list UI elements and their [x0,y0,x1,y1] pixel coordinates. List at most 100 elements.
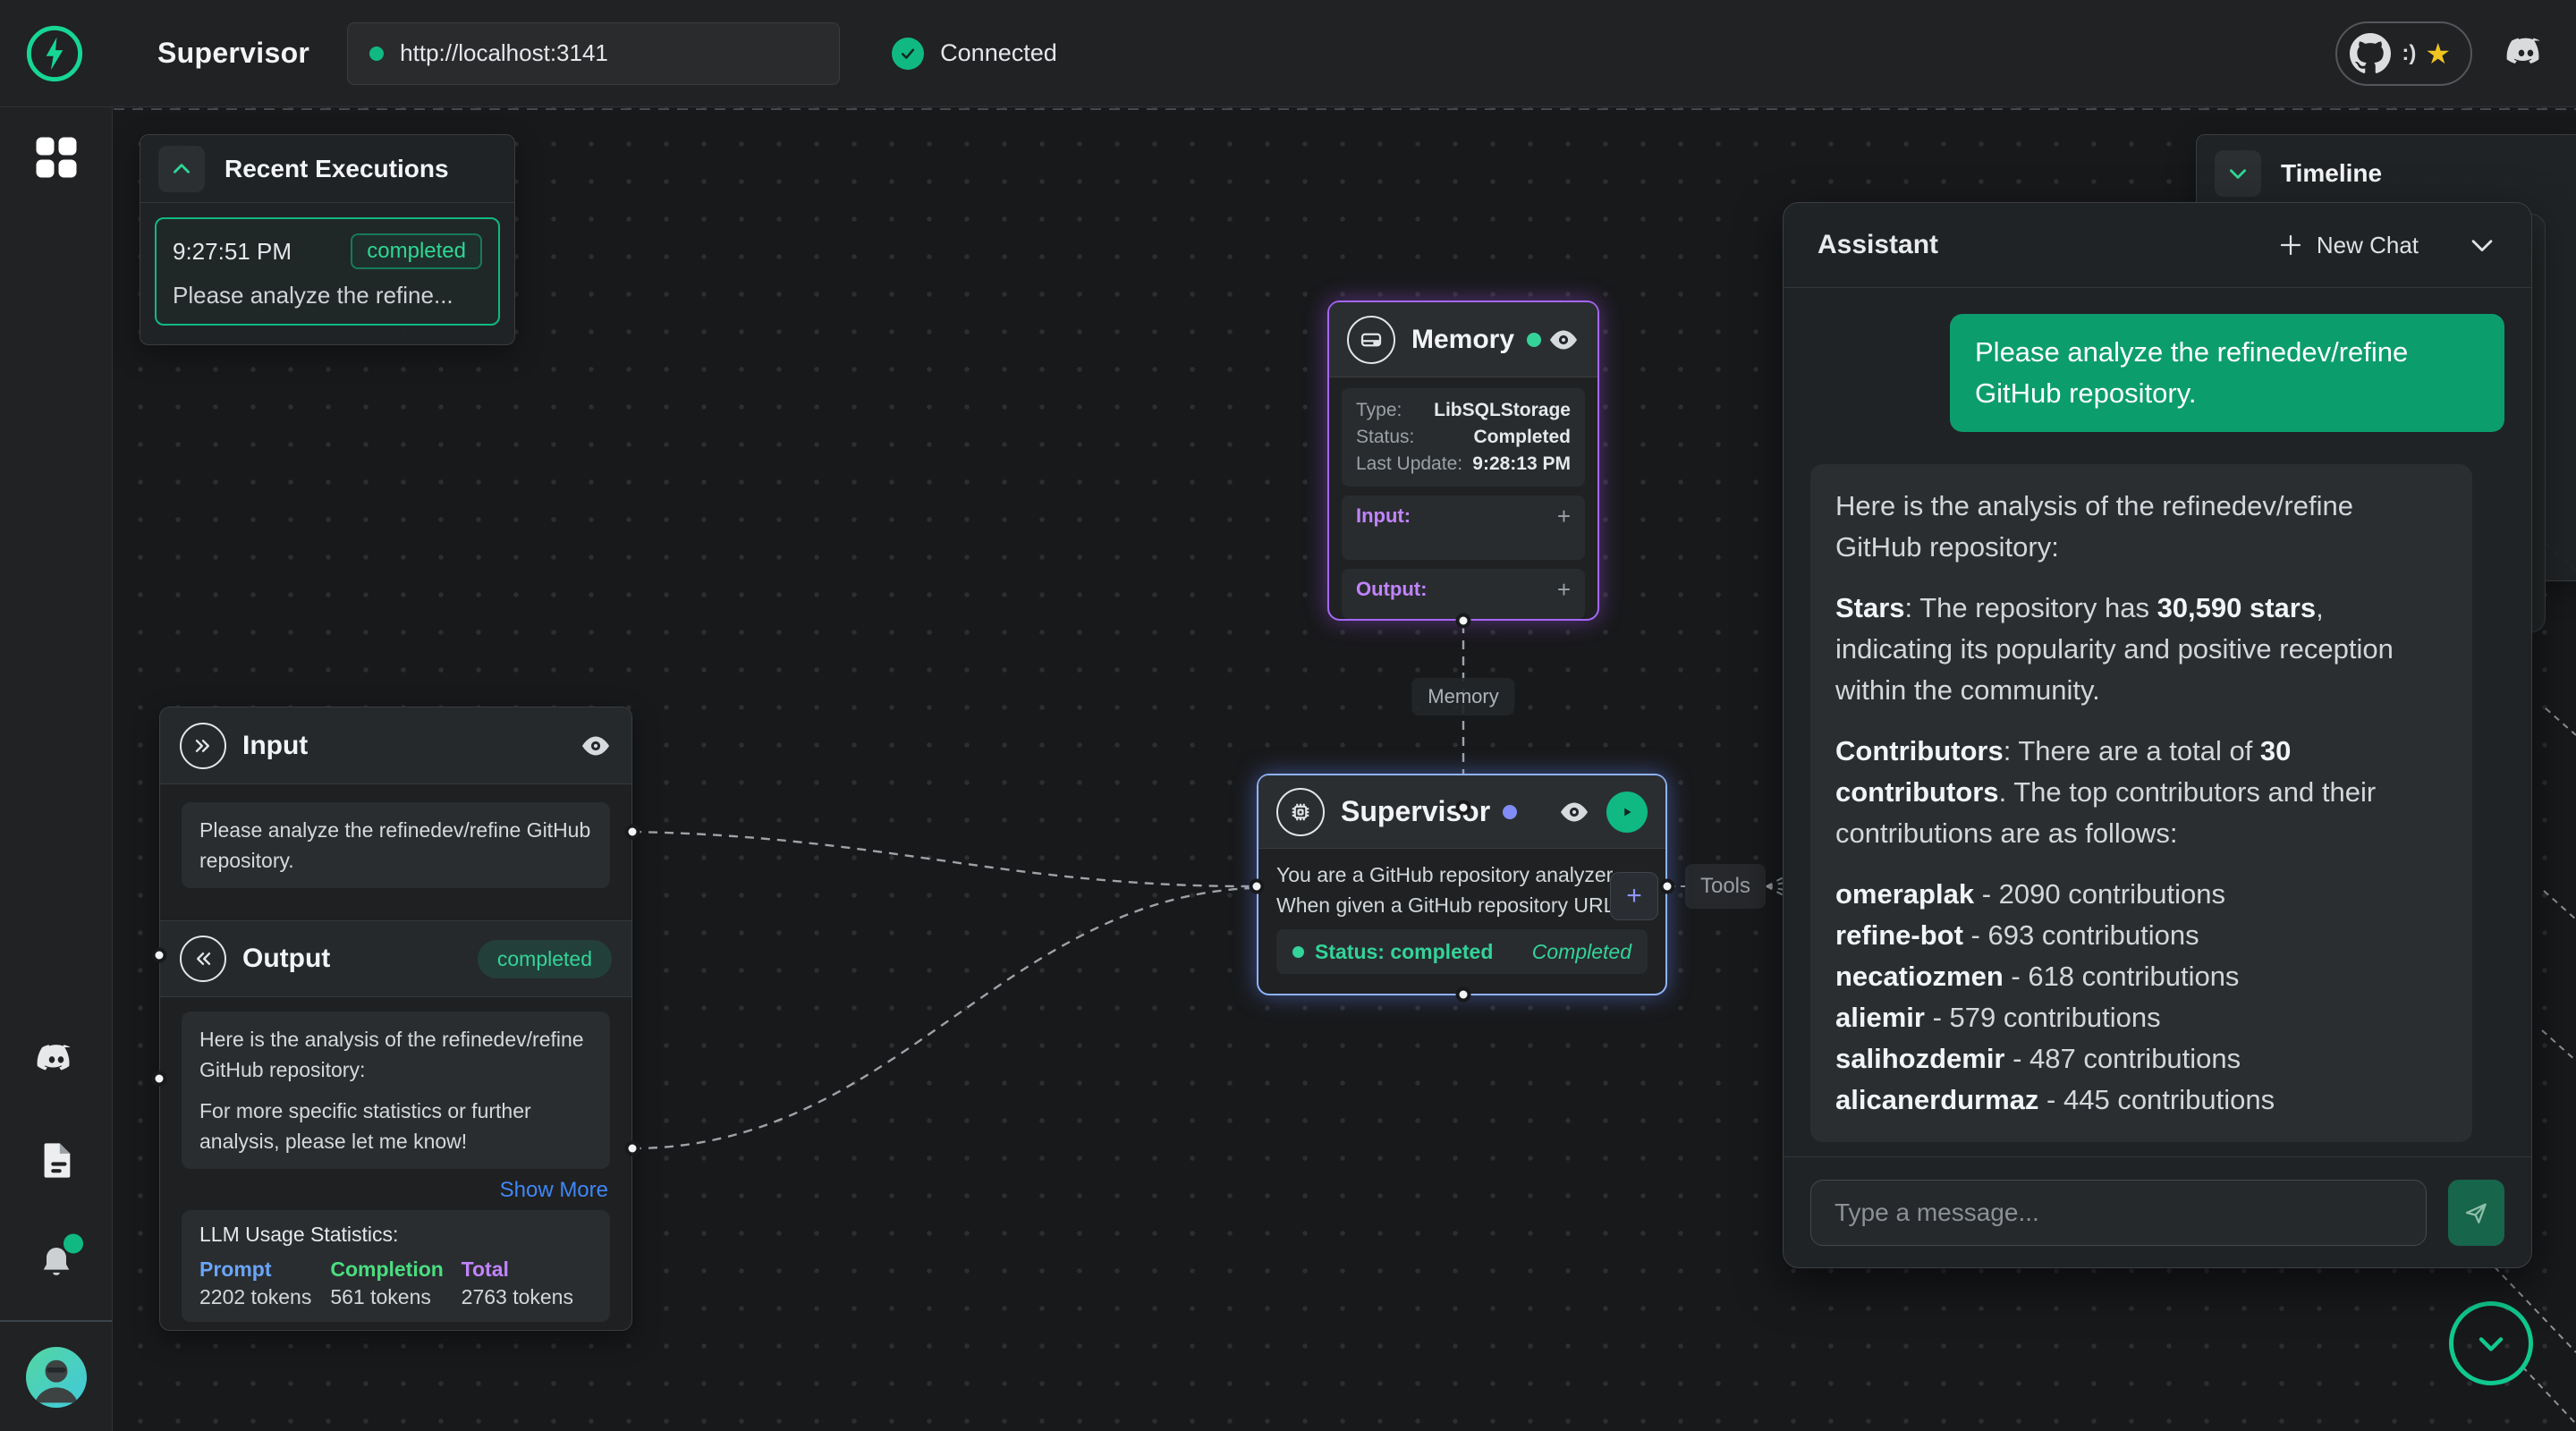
memory-input-label: Input: [1356,504,1411,551]
expand-prompt-button[interactable]: + [1610,872,1658,920]
assistant-paragraph-stars: Stars: The repository has 30,590 stars, … [1835,588,2447,711]
recent-executions-header: Recent Executions [140,135,514,203]
memory-node[interactable]: Memory Type:LibSQLStorage Status:Complet… [1327,301,1599,621]
expand-plus-icon[interactable]: + [1557,578,1571,610]
memory-lastupdate-label: Last Update: [1356,451,1462,478]
contributor-row: omeraplak - 2090 contributions [1835,874,2447,915]
sidebar-item-apps[interactable] [36,138,76,178]
chevron-up-icon [170,157,193,181]
double-chevron-right-icon [180,723,226,769]
chat-input-area [1784,1156,2531,1267]
prompt-line-1: You are a GitHub repository analyzer. [1276,859,1648,890]
sidebar-divider [0,1320,112,1322]
handle-output-in-1[interactable] [152,948,167,963]
github-icon [2350,33,2391,74]
grid-icon [36,138,76,178]
github-smiley: :) [2402,41,2416,66]
chevron-down-icon [2471,1324,2511,1363]
server-url-field[interactable]: http://localhost:3141 [347,22,840,85]
handle-output-out[interactable] [625,1141,640,1156]
server-status-dot [369,47,384,61]
sidebar-item-notifications[interactable] [37,1243,76,1287]
memory-output-label: Output: [1356,578,1427,610]
chevron-down-icon [2226,162,2250,185]
send-icon [2462,1198,2490,1227]
assistant-paragraph-contributors: Contributors: There are a total of 30 co… [1835,731,2447,854]
collapse-timeline-button[interactable] [2215,150,2261,197]
collapse-chat-icon[interactable] [2467,230,2497,260]
user-message-bubble: Please analyze the refinedev/refine GitH… [1950,314,2504,432]
chip-icon [1276,788,1325,836]
supervisor-agent-dot [1503,805,1517,819]
contributor-row: aliemir - 579 contributions [1835,997,2447,1038]
io-node[interactable]: Input Please analyze the refinedev/refin… [159,707,632,1331]
assistant-paragraph-intro: Here is the analysis of the refinedev/re… [1835,486,2447,568]
handle-output-in-2[interactable] [152,1071,167,1087]
handle-supervisor-top[interactable] [1456,800,1471,816]
collapse-recent-button[interactable] [158,146,205,192]
memory-info-card: Type:LibSQLStorage Status:Completed Last… [1342,388,1585,487]
storage-icon [1347,316,1395,364]
contributor-row: alicanerdurmaz - 445 contributions [1835,1080,2447,1121]
memory-edge-label: Memory [1411,678,1514,716]
play-icon [1617,802,1637,822]
stat-prompt: Prompt 2202 tokens [199,1257,330,1309]
timeline-title: Timeline [2281,159,2382,188]
prompt-line-2: When given a GitHub repository URL o [1276,890,1648,920]
handle-supervisor-right[interactable] [1660,879,1675,894]
page-title: Supervisor [157,37,309,70]
show-more-link[interactable]: Show More [182,1178,608,1203]
eye-icon[interactable] [580,730,612,762]
memory-active-dot [1527,333,1541,347]
memory-node-header: Memory [1329,302,1597,377]
assistant-title: Assistant [1818,230,1938,260]
input-text-card: Please analyze the refinedev/refine GitH… [182,802,610,888]
recent-executions-title: Recent Executions [225,155,449,183]
stat-total: Total 2763 tokens [462,1257,592,1309]
assistant-panel: Assistant New Chat Please analyze the re… [1783,202,2532,1268]
plus-icon [2277,232,2304,258]
memory-input-slot[interactable]: Input: + [1342,495,1585,560]
check-circle-icon [892,38,924,70]
execution-status-badge: completed [351,233,482,269]
avatar-image [26,1347,87,1408]
sidebar-item-docs[interactable] [36,1140,77,1186]
document-icon [36,1140,77,1181]
handle-supervisor-bottom[interactable] [1456,987,1471,1003]
memory-type-label: Type: [1356,397,1402,424]
execution-summary: Please analyze the refine... [173,282,482,309]
llm-usage-card: LLM Usage Statistics: Prompt 2202 tokens… [182,1210,610,1322]
app-screen: Recent Executions 9:27:51 PM completed P… [0,0,2576,1431]
memory-lastupdate-value: 9:28:13 PM [1472,451,1571,478]
eye-icon[interactable] [1558,796,1590,828]
chat-input[interactable] [1810,1180,2427,1246]
expand-plus-icon[interactable]: + [1557,504,1571,551]
sidebar-item-discord[interactable] [33,1037,80,1088]
scroll-to-bottom-button[interactable] [2449,1301,2533,1385]
memory-output-slot[interactable]: Output: + [1342,569,1585,619]
discord-icon[interactable] [2503,30,2549,77]
execution-time: 9:27:51 PM [173,238,292,266]
github-star-button[interactable]: :) ★ [2335,21,2472,86]
output-status-badge: completed [478,940,612,978]
run-agent-button[interactable] [1606,792,1648,833]
user-avatar[interactable] [26,1347,87,1408]
contributor-row: refine-bot - 693 contributions [1835,915,2447,956]
eye-icon[interactable] [1547,324,1580,356]
top-bar: Supervisor http://localhost:3141 Connect… [0,0,2576,107]
output-paragraph: Here is the analysis of the refinedev/re… [199,1024,592,1085]
handle-supervisor-left[interactable] [1250,879,1265,894]
handle-input-out[interactable] [625,825,640,840]
assistant-header: Assistant New Chat [1784,203,2531,288]
send-button[interactable] [2448,1180,2504,1246]
supervisor-status-detail: Completed [1532,940,1631,964]
input-header: Input [160,707,631,784]
tools-edge-label: Tools [1685,864,1766,909]
chat-messages[interactable]: Please analyze the refinedev/refine GitH… [1784,289,2531,1155]
execution-card[interactable]: 9:27:51 PM completed Please analyze the … [155,217,500,326]
new-chat-button[interactable]: New Chat [2277,232,2419,259]
output-header: Output completed [160,920,631,997]
output-paragraph: For more specific statistics or further … [199,1096,592,1156]
app-logo-icon[interactable] [25,24,84,83]
handle-memory-bottom[interactable] [1456,614,1471,629]
